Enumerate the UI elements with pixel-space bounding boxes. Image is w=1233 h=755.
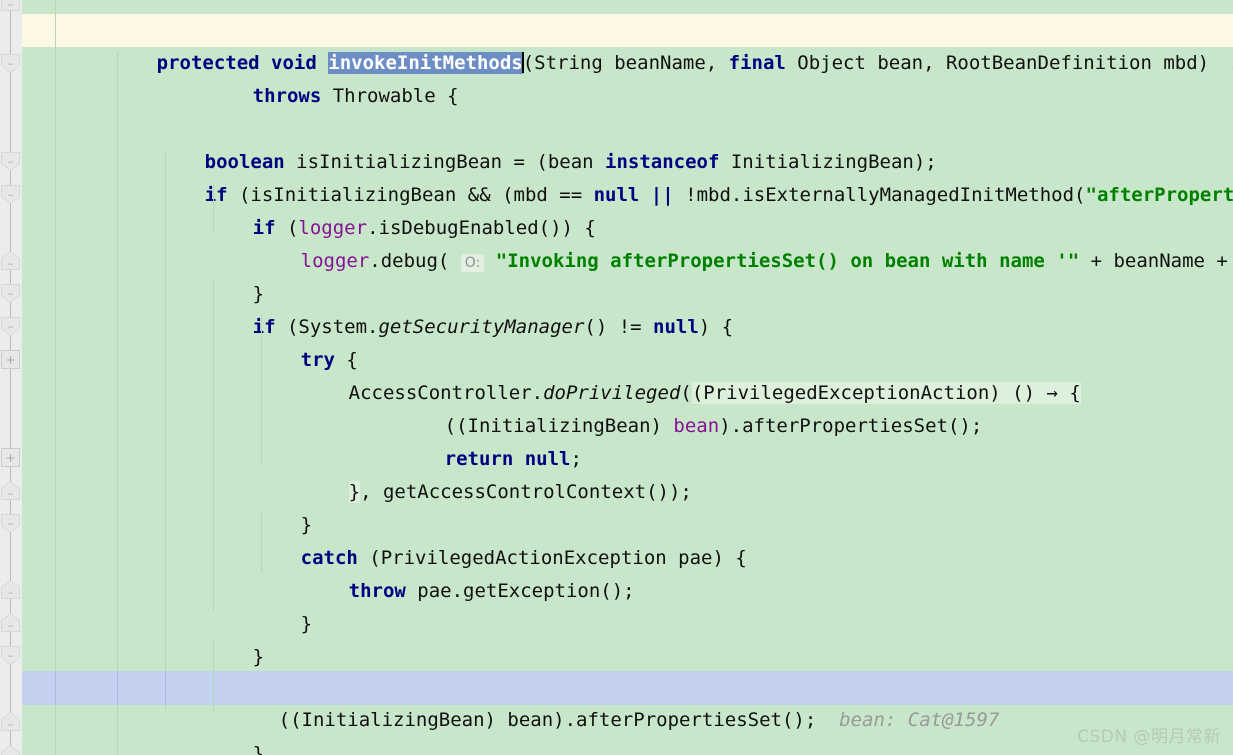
indent-guide — [213, 640, 214, 712]
code-line-return-null[interactable]: return null; — [22, 410, 1233, 470]
code-line-close-brace[interactable]: } — [22, 245, 1233, 305]
indent-guide — [261, 512, 262, 572]
fold-marker-collapse-icon[interactable]: – — [1, 481, 20, 500]
fold-rail — [10, 0, 11, 755]
indent-guide — [117, 671, 118, 705]
code-line-try[interactable]: try { — [22, 311, 1233, 371]
code-line-close-brace[interactable]: } — [22, 476, 1233, 536]
code-line-close-lambda[interactable]: }, getAccessControlContext()); — [22, 443, 1233, 503]
fold-marker-collapse-icon[interactable]: – — [1, 251, 20, 270]
code-line-if-debug-enabled[interactable]: if (logger.isDebugEnabled()) { — [22, 179, 1233, 239]
indent-guide — [165, 150, 166, 710]
code-line-current-debug-statement[interactable]: ((InitializingBean) bean).afterPropertie… — [0, 671, 1233, 731]
watermark: CSDN @明月常新 — [1077, 727, 1221, 747]
code-line-do-privileged[interactable]: AccessController.doPrivileged((Privilege… — [22, 344, 1233, 404]
code-line-comment-end[interactable]: */ — [22, 0, 1233, 41]
code-line-close-brace[interactable]: } — [22, 738, 1233, 755]
fold-marker-collapse-icon[interactable]: – — [1, 284, 20, 303]
fold-marker-expand-icon[interactable]: + — [1, 448, 20, 467]
fold-marker-collapse-icon[interactable]: – — [1, 152, 20, 171]
fold-marker-collapse-icon[interactable]: – — [1, 0, 20, 11]
editor-gutter[interactable]: – – – – – – – + + – – – – – – – — [0, 0, 22, 755]
indent-guide — [55, 671, 56, 705]
fold-marker-collapse-icon[interactable]: – — [1, 514, 20, 533]
code-line-close-brace[interactable]: } — [22, 608, 1233, 668]
code-line-if-is-initializing[interactable]: if (isInitializingBean && (mbd == null |… — [22, 146, 1233, 206]
code-line-throws[interactable]: throws Throwable { — [22, 47, 1233, 107]
indent-guide — [165, 671, 166, 705]
fold-marker-collapse-icon[interactable]: – — [1, 613, 20, 632]
fold-marker-collapse-icon[interactable]: – — [1, 712, 20, 731]
fold-marker-collapse-icon[interactable]: – — [1, 646, 20, 665]
code-line-catch[interactable]: catch (PrivilegedActionException pae) { — [22, 509, 1233, 569]
indent-guide — [55, 0, 56, 755]
code-line-cast-after-properties-set[interactable]: ((InitializingBean) bean).afterPropertie… — [22, 377, 1233, 437]
fold-marker-collapse-icon[interactable]: – — [1, 54, 20, 73]
fold-marker-collapse-icon[interactable]: – — [1, 185, 20, 204]
code-line-method-signature[interactable]: protected void invokeInitMethods(String … — [22, 14, 1233, 74]
fold-marker-collapse-icon[interactable]: – — [1, 745, 20, 755]
code-line-else[interactable]: else { — [22, 641, 1233, 701]
fold-marker-collapse-icon[interactable]: – — [1, 317, 20, 336]
fold-marker-collapse-icon[interactable]: – — [1, 580, 20, 599]
indent-guide — [213, 183, 214, 233]
code-line-if-security-manager[interactable]: if (System.getSecurityManager() != null)… — [22, 278, 1233, 338]
indent-guide — [213, 281, 214, 611]
code-line-blank[interactable] — [22, 80, 1233, 113]
fold-marker-expand-icon[interactable]: + — [1, 350, 20, 369]
code-line-logger-debug[interactable]: logger.debug( O: "Invoking afterProperti… — [22, 212, 1233, 272]
code-line-throw[interactable]: throw pae.getException(); — [22, 542, 1233, 602]
code-editor[interactable]: – – – – – – – + + – – – – – – – */ prote… — [0, 0, 1233, 755]
code-line-boolean-decl[interactable]: boolean isInitializingBean = (bean insta… — [22, 113, 1233, 173]
indent-guide — [117, 52, 118, 755]
code-line-close-brace[interactable]: } — [22, 705, 1233, 755]
code-line-close-brace[interactable]: } — [22, 575, 1233, 635]
indent-guide — [261, 314, 262, 464]
